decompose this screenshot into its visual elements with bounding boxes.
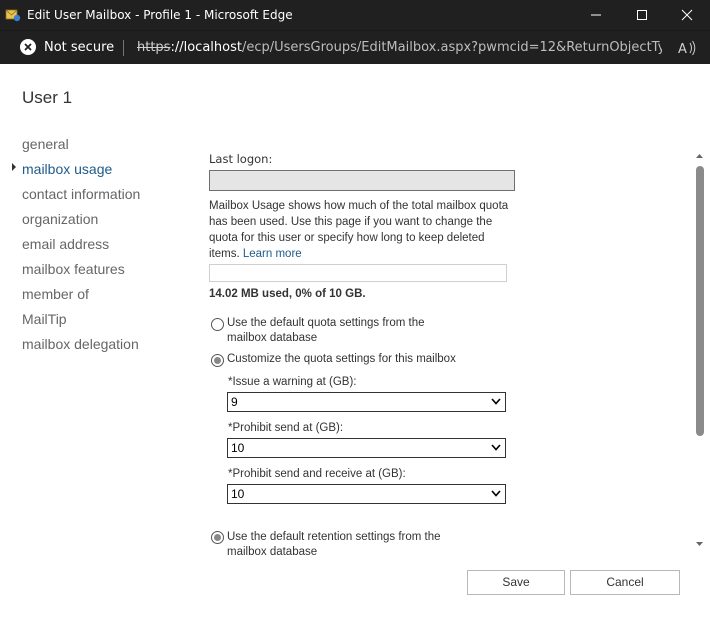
exchange-mailbox-icon [5, 9, 21, 22]
maximize-icon [637, 10, 647, 20]
scroll-up-arrow-icon[interactable] [695, 152, 704, 160]
warning-value: 9 [231, 395, 238, 409]
nav-item-mailtip[interactable]: MailTip [22, 308, 182, 333]
default-quota-label[interactable]: Use the default quota settings from the … [227, 316, 467, 346]
save-button[interactable]: Save [467, 570, 565, 595]
security-status-label[interactable]: Not secure [44, 31, 114, 64]
nav-item-mailbox-usage[interactable]: mailbox usage [12, 158, 182, 183]
retention-section: Use the default retention settings from … [200, 520, 520, 560]
nav-item-general[interactable]: general [22, 133, 182, 158]
read-aloud-icon[interactable]: A [678, 39, 698, 57]
default-retention-label[interactable]: Use the default retention settings from … [227, 530, 467, 560]
chevron-down-icon [491, 490, 501, 497]
nav-item-member-of[interactable]: member of [22, 283, 182, 308]
prohibit-send-select[interactable]: 10 [227, 438, 506, 458]
usage-description: Mailbox Usage shows how much of the tota… [209, 198, 509, 262]
last-logon-label: Last logon: [209, 152, 273, 166]
learn-more-link[interactable]: Learn more [243, 248, 302, 260]
nav-item-email-address[interactable]: email address [22, 233, 182, 258]
usage-summary: 14.02 MB used, 0% of 10 GB. [209, 288, 366, 300]
prohibit-send-label: *Prohibit send at (GB): [228, 422, 344, 434]
scrollbar-thumb[interactable] [696, 166, 704, 436]
close-window-button[interactable] [664, 0, 710, 30]
maximize-button[interactable] [619, 0, 665, 30]
svg-text:A: A [678, 42, 687, 57]
prohibit-send-receive-label: *Prohibit send and receive at (GB): [228, 468, 406, 480]
scroll-down-arrow-icon[interactable] [695, 540, 704, 548]
prohibit-send-value: 10 [231, 441, 245, 455]
prohibit-send-receive-value: 10 [231, 487, 245, 501]
url-path: /ecp/UsersGroups/EditMailbox.aspx?pwmcid… [241, 40, 662, 55]
address-divider [123, 40, 124, 56]
nav-item-contact-information[interactable]: contact information [22, 183, 182, 208]
prohibit-send-receive-select[interactable]: 10 [227, 484, 506, 504]
default-retention-radio[interactable] [211, 531, 224, 544]
address-bar: Not secure https://localhost/ecp/UsersGr… [0, 30, 710, 64]
close-icon [681, 9, 693, 21]
warning-label: *Issue a warning at (GB): [228, 376, 357, 388]
last-logon-field [209, 170, 515, 191]
minimize-button[interactable] [573, 0, 619, 30]
not-secure-icon[interactable] [19, 38, 37, 56]
custom-quota-label[interactable]: Customize the quota settings for this ma… [227, 352, 487, 367]
minimize-icon [591, 14, 601, 16]
warning-select[interactable]: 9 [227, 392, 506, 412]
chevron-down-icon [491, 444, 501, 451]
cancel-button[interactable]: Cancel [570, 570, 680, 595]
nav-item-label: mailbox usage [22, 161, 113, 177]
url-field[interactable]: https://localhost/ecp/UsersGroups/EditMa… [137, 31, 662, 64]
section-nav: general mailbox usage contact informatio… [12, 133, 182, 358]
custom-quota-radio[interactable] [211, 354, 224, 367]
url-host: ://localhost [170, 40, 242, 55]
url-scheme: https [137, 40, 171, 55]
nav-item-mailbox-features[interactable]: mailbox features [22, 258, 182, 283]
selected-arrow-icon [12, 163, 16, 171]
page-title: User 1 [22, 88, 73, 107]
chevron-down-icon [491, 398, 501, 405]
title-bar: Edit User Mailbox - Profile 1 - Microsof… [0, 0, 710, 30]
window-title: Edit User Mailbox - Profile 1 - Microsof… [27, 8, 293, 22]
default-quota-radio[interactable] [211, 318, 224, 331]
usage-progress-bar [209, 264, 507, 282]
nav-item-mailbox-delegation[interactable]: mailbox delegation [22, 333, 182, 358]
nav-item-organization[interactable]: organization [22, 208, 182, 233]
